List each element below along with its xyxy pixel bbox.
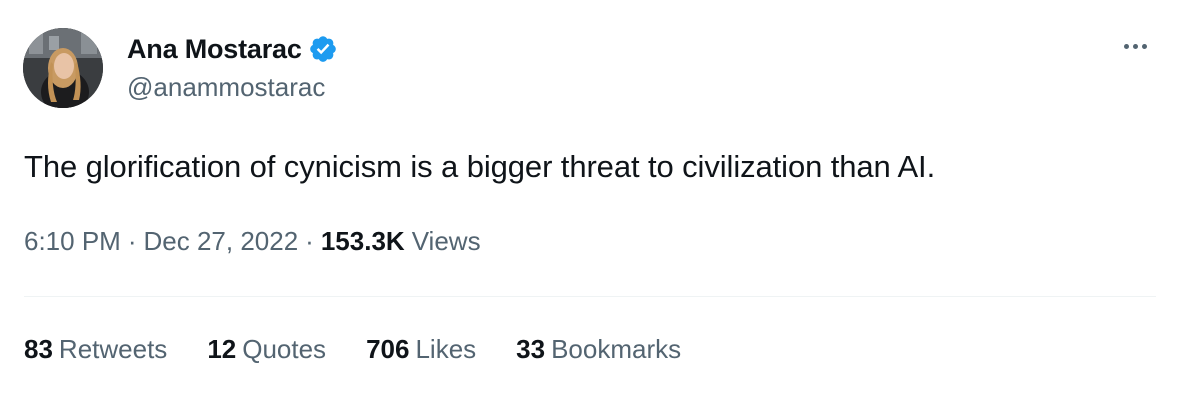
more-dot [1123,43,1129,49]
stat-count: 706 [366,334,410,364]
more-horizontal-icon[interactable] [1118,36,1152,56]
verified-badge-icon[interactable] [308,34,338,64]
views-count: 153.3K [320,226,405,256]
tweet-time[interactable]: 6:10 PM [24,226,121,257]
stat-count: 12 [207,334,237,364]
tweet-date[interactable]: Dec 27, 2022 [144,226,299,257]
author-name-row: Ana Mostarac [127,32,338,66]
stat-count: 33 [516,334,546,364]
views-label: Views [411,226,481,256]
avatar-image [23,28,103,108]
meta-separator: · [305,226,314,256]
stat-label: Bookmarks [551,334,682,364]
stat-label: Quotes [242,334,327,364]
more-dot [1141,43,1147,49]
avatar[interactable] [23,28,103,108]
tweet-card: Ana Mostarac @anammostarac The glorifica… [0,0,1178,394]
stat-quotes[interactable]: 12 Quotes [207,334,326,365]
engagement-stats: 83 Retweets 12 Quotes 706 Likes 33 Bookmarks [24,334,721,365]
author-handle[interactable]: @anammostarac [127,72,325,103]
stat-bookmarks[interactable]: 33 Bookmarks [516,334,681,365]
stat-retweets[interactable]: 83 Retweets [24,334,167,365]
tweet-text: The glorification of cynicism is a bigge… [24,149,936,184]
author-display-name[interactable]: Ana Mostarac [127,34,302,65]
divider [24,296,1156,297]
stat-label: Retweets [58,334,168,364]
more-dot [1132,43,1138,49]
stat-count: 83 [24,334,53,364]
stat-likes[interactable]: 706 Likes [366,334,476,365]
stat-label: Likes [415,334,477,364]
meta-separator: · [127,226,137,256]
tweet-meta: 6:10 PM · Dec 27, 2022 · 153.3K Views [24,226,481,257]
